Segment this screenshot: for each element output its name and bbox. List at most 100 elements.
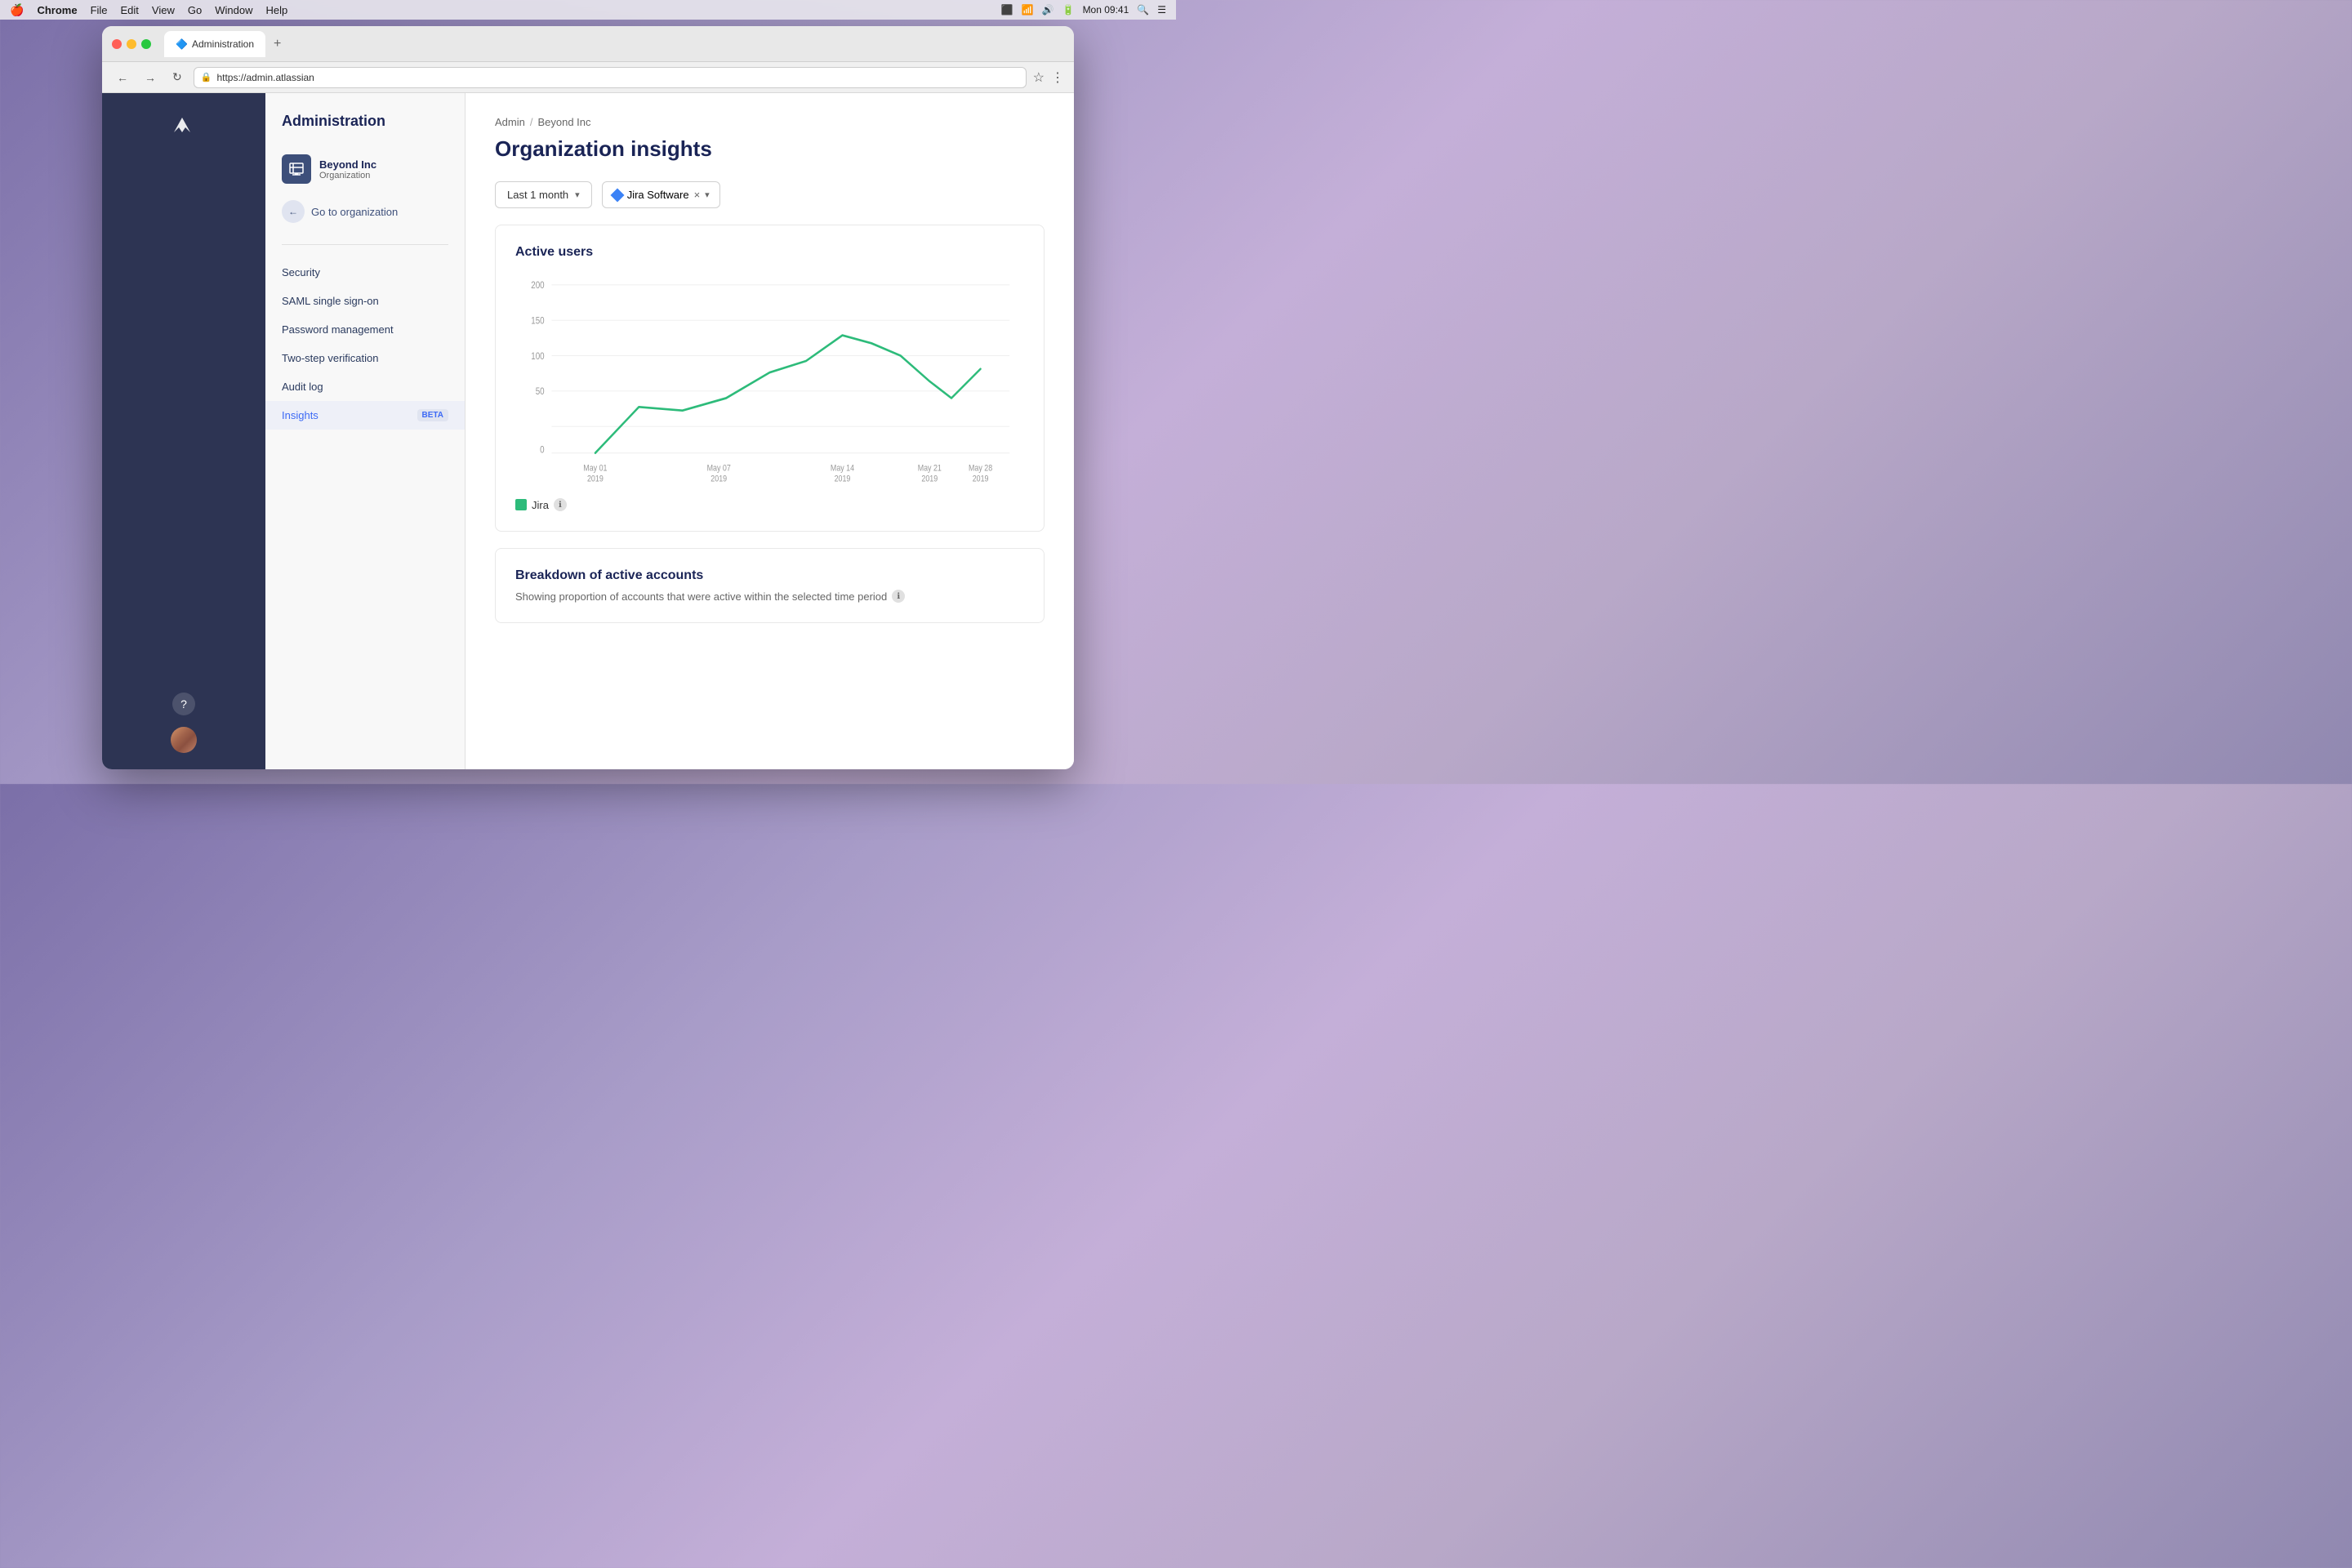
new-tab-button[interactable]: + (269, 35, 286, 53)
breadcrumb-org[interactable]: Beyond Inc (537, 116, 590, 128)
lock-icon: 🔒 (201, 72, 212, 82)
menu-file[interactable]: File (91, 4, 108, 16)
maximize-button[interactable] (141, 39, 151, 49)
menu-bar: 🍎 Chrome File Edit View Go Window Help ⬛… (0, 0, 1176, 20)
menu-bar-right: ⬛ 📶 🔊 🔋 Mon 09:41 🔍 ☰ (1001, 4, 1166, 16)
filters-bar: Last 1 month ▾ Jira Software × ▾ (495, 181, 1045, 208)
insights-label: Insights (282, 409, 318, 421)
tab-title: Administration (192, 38, 254, 50)
panel-title: Administration (265, 113, 465, 130)
bookmark-button[interactable]: ☆ (1033, 69, 1045, 86)
product-filter-dropdown[interactable]: Jira Software × ▾ (602, 181, 720, 208)
go-to-org-link[interactable]: ← Go to organization (265, 192, 465, 231)
product-filter-chevron-icon: ▾ (705, 189, 710, 200)
sidebar-bottom: ? (171, 693, 197, 753)
refresh-button[interactable]: ↻ (167, 67, 187, 87)
go-to-org-label: Go to organization (311, 206, 398, 218)
battery-icon: 🔋 (1062, 4, 1075, 16)
tab-favicon: 🔷 (176, 38, 187, 50)
volume-icon: 🔊 (1042, 4, 1054, 16)
jira-diamond-icon (610, 188, 624, 202)
menu-go[interactable]: Go (188, 4, 202, 16)
menu-edit[interactable]: Edit (121, 4, 139, 16)
title-bar: 🔷 Administration + (102, 26, 1074, 62)
svg-text:200: 200 (531, 280, 544, 291)
legend-color-box (515, 499, 527, 510)
forward-button[interactable]: → (140, 68, 161, 87)
remove-product-filter-button[interactable]: × (694, 189, 701, 201)
avatar[interactable] (171, 727, 197, 753)
app-name[interactable]: Chrome (37, 4, 77, 16)
svg-text:2019: 2019 (921, 474, 938, 484)
svg-text:2019: 2019 (973, 474, 989, 484)
breadcrumb-admin[interactable]: Admin (495, 116, 525, 128)
menu-window[interactable]: Window (215, 4, 252, 16)
browser-window: 🔷 Administration + ← → ↻ 🔒 https://admin… (102, 26, 1074, 769)
active-tab[interactable]: 🔷 Administration (164, 31, 265, 57)
svg-text:0: 0 (540, 445, 544, 456)
back-button[interactable]: ← (112, 68, 133, 87)
svg-text:2019: 2019 (835, 474, 851, 484)
search-icon[interactable]: 🔍 (1137, 4, 1149, 16)
time-filter-dropdown[interactable]: Last 1 month ▾ (495, 181, 592, 208)
go-to-org-icon: ← (282, 200, 305, 223)
chart-title: Active users (515, 245, 1024, 260)
svg-text:100: 100 (531, 351, 544, 362)
sidebar-item-twostep[interactable]: Two-step verification (265, 344, 465, 372)
chevron-down-icon: ▾ (575, 189, 580, 200)
help-button[interactable]: ? (172, 693, 195, 715)
control-center-icon[interactable]: ☰ (1157, 4, 1166, 16)
minimize-button[interactable] (127, 39, 136, 49)
sidebar-item-insights[interactable]: Insights BETA (265, 401, 465, 430)
menu-bar-left: 🍎 Chrome File Edit View Go Window Help (10, 3, 287, 17)
breakdown-subtitle: Showing proportion of accounts that were… (515, 590, 1024, 603)
nav-divider (282, 244, 448, 245)
url-text: https://admin.atlassian (216, 72, 314, 83)
apple-menu[interactable]: 🍎 (10, 3, 24, 17)
org-item[interactable]: Beyond Inc Organization (265, 146, 465, 192)
svg-text:May 21: May 21 (918, 464, 942, 474)
legend-label: Jira (532, 499, 549, 511)
insights-row: Insights BETA (282, 409, 448, 421)
breakdown-title: Breakdown of active accounts (515, 568, 1024, 583)
sidebar: ? (102, 93, 265, 769)
svg-text:May 28: May 28 (969, 464, 993, 474)
svg-text:50: 50 (536, 386, 545, 397)
more-button[interactable]: ⋮ (1051, 69, 1064, 86)
sidebar-item-auditlog[interactable]: Audit log (265, 372, 465, 401)
svg-text:150: 150 (531, 316, 544, 327)
chart-container: 200 150 100 50 0 May 01 2019 May 07 2 (515, 276, 1024, 488)
address-bar[interactable]: 🔒 https://admin.atlassian (194, 67, 1027, 88)
right-content: Admin / Beyond Inc Organization insights… (466, 93, 1074, 769)
chart-svg: 200 150 100 50 0 May 01 2019 May 07 2 (515, 276, 1024, 488)
org-name: Beyond Inc (319, 158, 376, 171)
nav-bar: ← → ↻ 🔒 https://admin.atlassian ☆ ⋮ (102, 62, 1074, 93)
breadcrumb: Admin / Beyond Inc (495, 116, 1045, 128)
breadcrumb-separator: / (530, 116, 533, 128)
sidebar-item-saml[interactable]: SAML single sign-on (265, 287, 465, 315)
sidebar-item-security[interactable]: Security (265, 258, 465, 287)
tab-bar: 🔷 Administration + (164, 31, 286, 57)
breakdown-subtitle-text: Showing proportion of accounts that were… (515, 590, 887, 603)
svg-text:May 14: May 14 (831, 464, 855, 474)
chart-line (595, 336, 981, 453)
atlassian-logo (167, 109, 200, 142)
legend-info-icon[interactable]: ℹ (554, 498, 567, 511)
sidebar-item-password[interactable]: Password management (265, 315, 465, 344)
menu-view[interactable]: View (152, 4, 175, 16)
org-text: Beyond Inc Organization (319, 158, 376, 180)
left-panel: Administration Beyond Inc Organization (265, 93, 466, 769)
wifi-icon: 📶 (1022, 4, 1034, 16)
svg-text:2019: 2019 (710, 474, 727, 484)
svg-text:May 07: May 07 (707, 464, 732, 474)
breakdown-info-icon[interactable]: ℹ (892, 590, 905, 603)
close-button[interactable] (112, 39, 122, 49)
svg-text:May 01: May 01 (583, 464, 608, 474)
main-content: ? Administration (102, 93, 1074, 769)
menu-help[interactable]: Help (265, 4, 287, 16)
beta-badge: BETA (417, 409, 448, 421)
airplay-icon: ⬛ (1001, 4, 1013, 16)
nav-actions: ☆ ⋮ (1033, 69, 1064, 86)
active-users-chart-card: Active users 200 150 100 50 (495, 225, 1045, 532)
breakdown-card: Breakdown of active accounts Showing pro… (495, 548, 1045, 623)
